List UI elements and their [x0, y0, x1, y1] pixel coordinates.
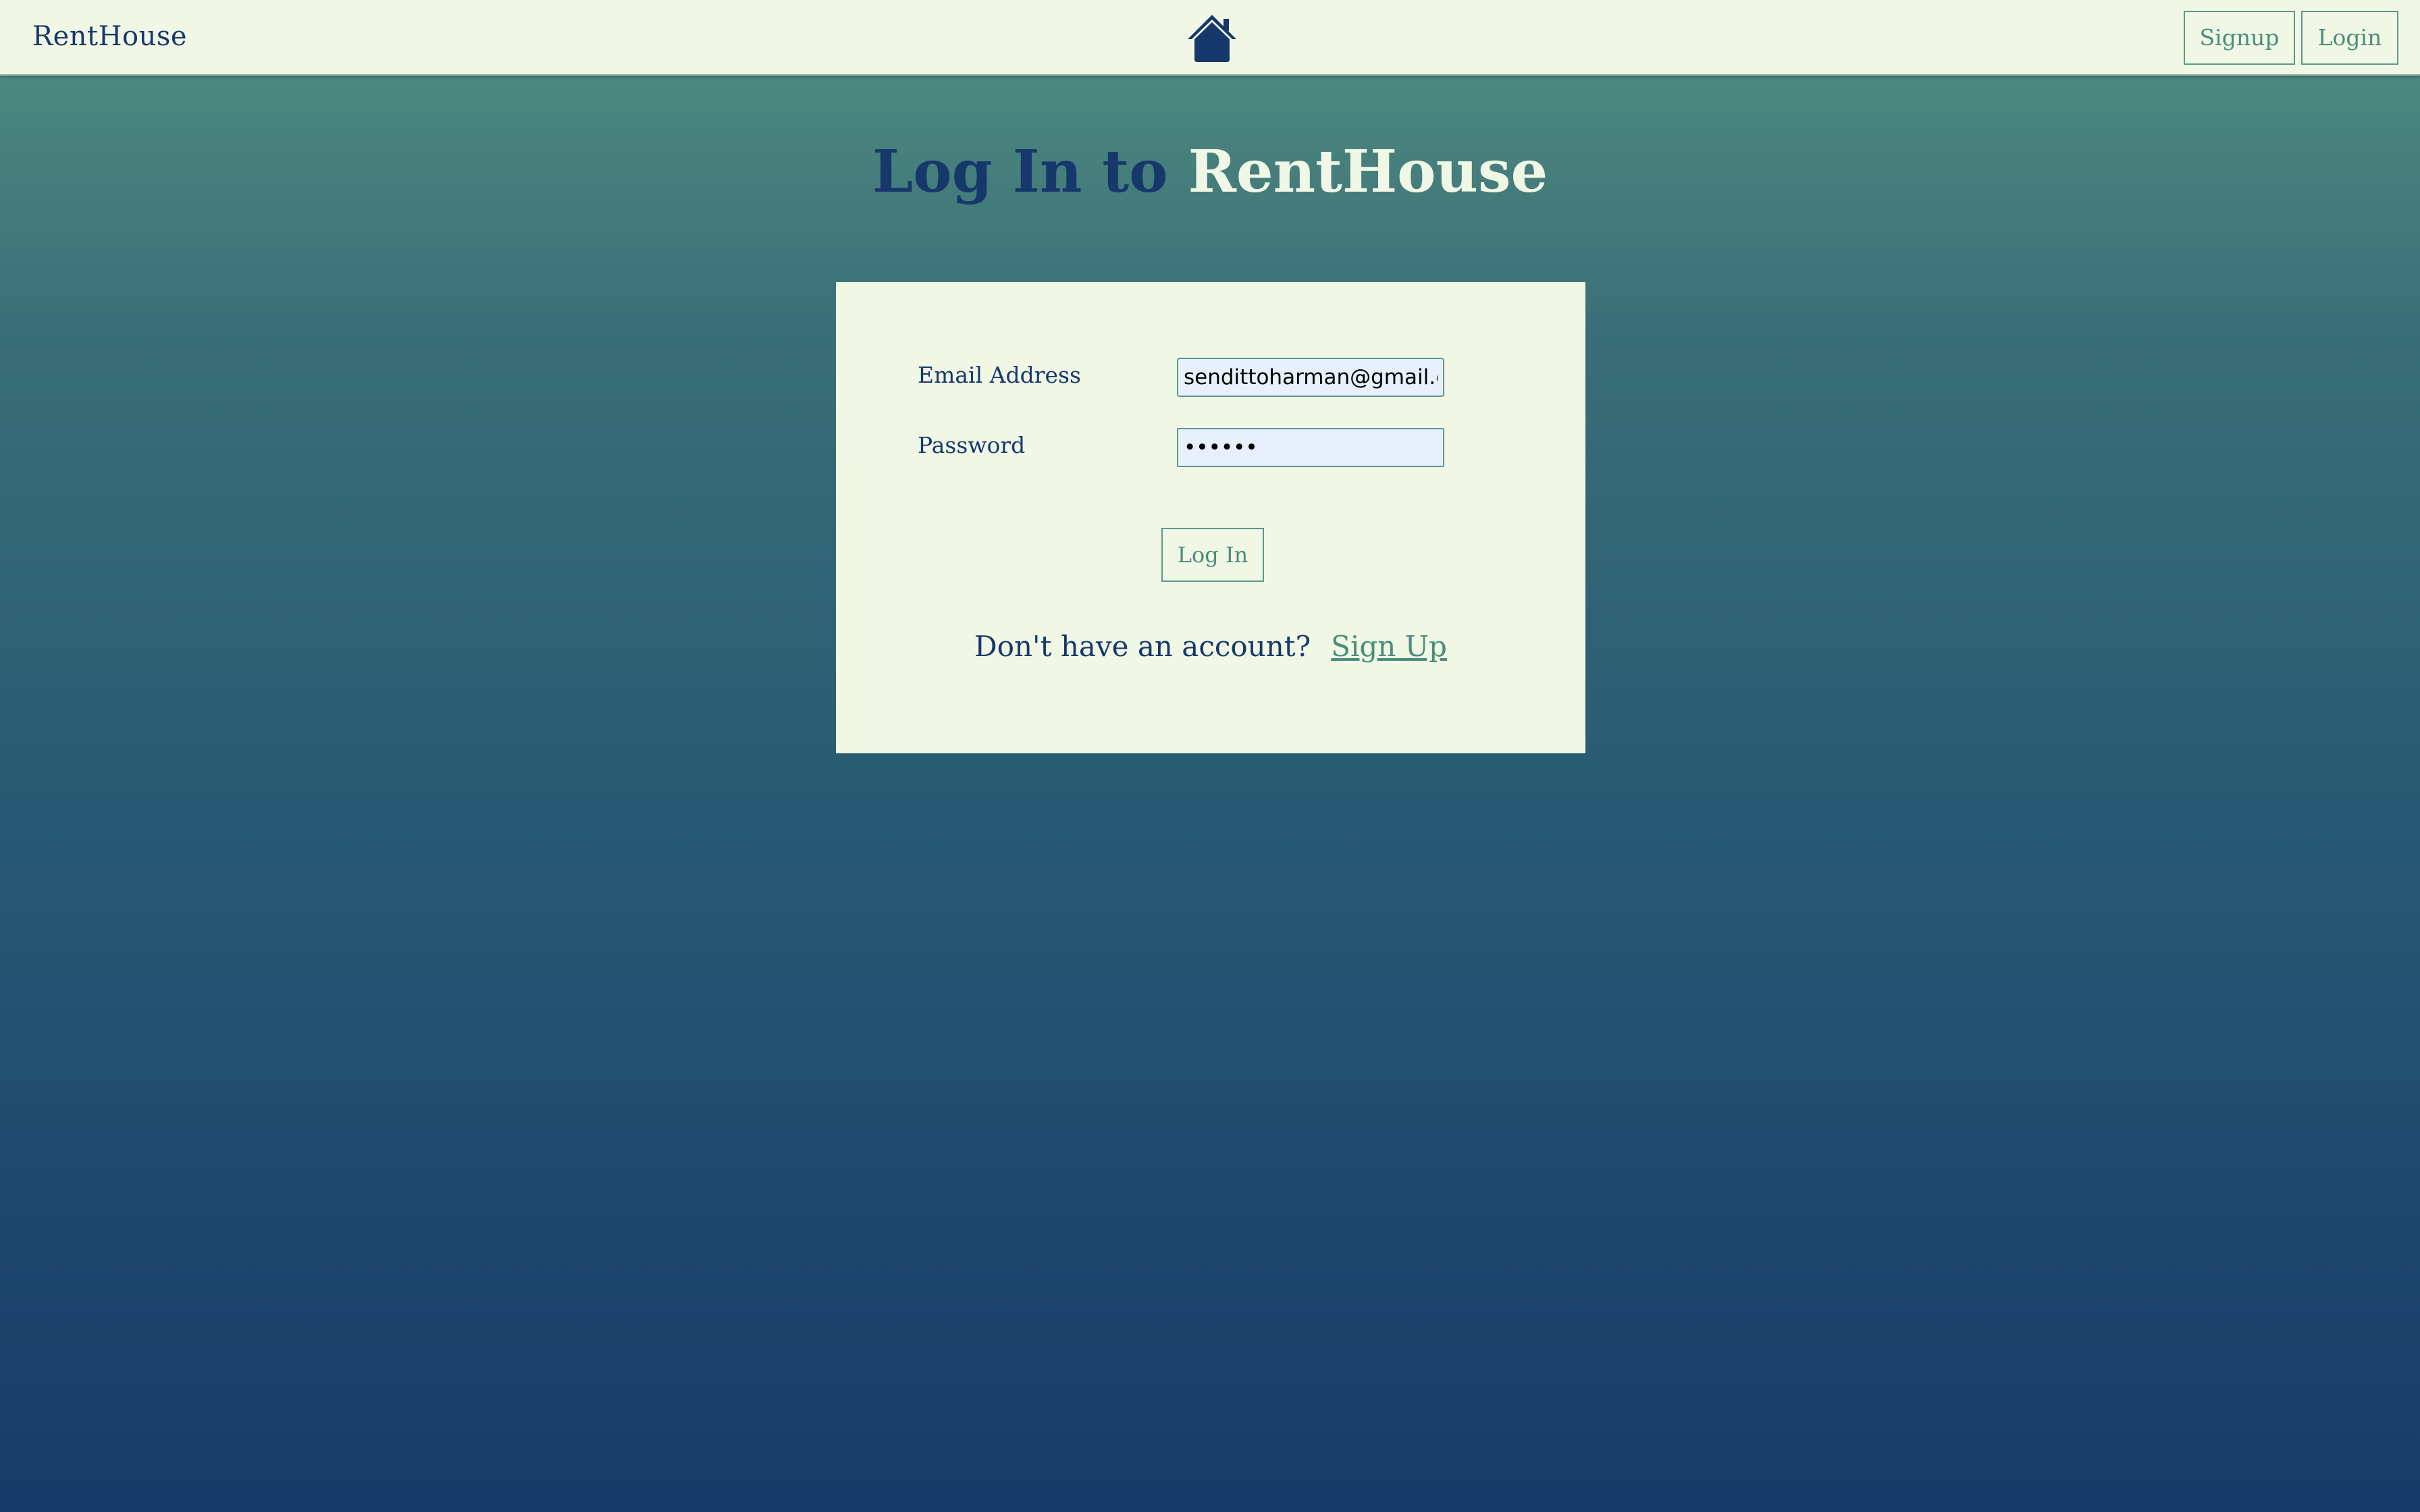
page-title-prefix: Log In to — [872, 138, 1168, 206]
email-label: Email Address — [918, 362, 1081, 388]
log-in-button[interactable]: Log In — [1161, 528, 1264, 582]
page-title: Log In to RentHouse — [0, 135, 2420, 209]
password-input[interactable] — [1177, 428, 1444, 467]
password-label: Password — [918, 432, 1026, 458]
login-card: Email Address Password Log In Don't have… — [836, 282, 1585, 753]
signup-button[interactable]: Signup — [2184, 11, 2295, 65]
brand-link[interactable]: RentHouse — [32, 19, 187, 54]
house-icon[interactable] — [1185, 12, 1239, 63]
email-input[interactable] — [1177, 358, 1444, 397]
login-button[interactable]: Login — [2301, 11, 2398, 65]
page-title-brand: RentHouse — [1188, 138, 1548, 206]
navbar: RentHouse Signup Login — [0, 0, 2420, 76]
signup-prompt: Don't have an account? Sign Up — [836, 628, 1585, 666]
sign-up-link[interactable]: Sign Up — [1331, 630, 1447, 663]
signup-prompt-text: Don't have an account? — [974, 630, 1311, 663]
